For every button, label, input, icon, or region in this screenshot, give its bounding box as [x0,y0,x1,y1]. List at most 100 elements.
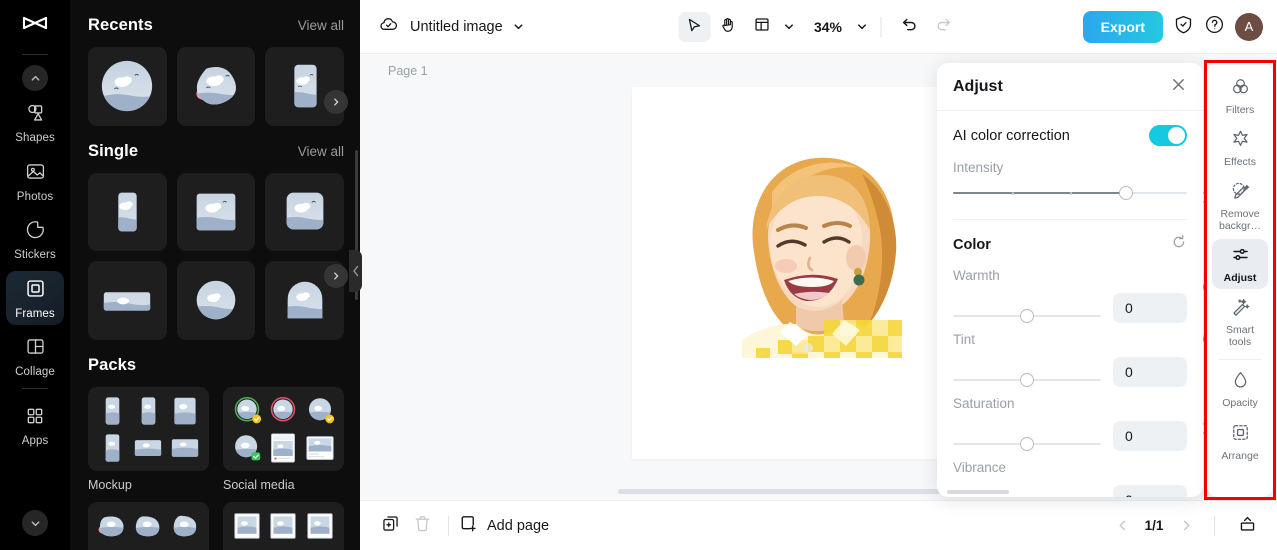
sidebar-item-stickers[interactable]: Stickers [6,212,64,267]
zoom-level-value[interactable]: 34% [811,19,845,35]
rail-scroll-up-button[interactable] [22,65,48,91]
tool-effects[interactable]: Effects [1212,123,1268,173]
page-nav-group: 1/1 [1110,511,1263,541]
hand-tool-button[interactable] [712,12,744,42]
recents-next-button[interactable] [324,90,348,114]
next-page-button[interactable] [1174,514,1198,538]
collapse-asset-panel-button[interactable] [349,250,362,292]
layout-chevron-down-icon[interactable] [782,20,795,33]
document-title[interactable]: Untitled image [410,19,503,35]
present-button[interactable] [1231,511,1263,541]
collage-icon [25,336,46,362]
zoom-chevron-down-icon[interactable] [855,20,868,33]
tool-filters[interactable]: Filters [1212,71,1268,121]
tint-slider[interactable] [953,372,1101,388]
left-icon-rail: Shapes Photos Stickers Frames Collage Ap… [0,0,70,550]
asset-scroll-container[interactable]: Recents View all Single View all Packs M… [70,0,360,550]
adjust-panel-scrollbar[interactable] [947,490,1009,494]
tint-value-field[interactable]: 0 [1113,357,1187,387]
tool-label: Remove backgr… [1218,208,1261,233]
pack-preview[interactable] [223,502,344,550]
slider-knob[interactable] [1020,373,1034,387]
close-adjust-panel-button[interactable] [1170,76,1187,98]
page-nav-divider [1214,515,1215,536]
tool-opacity[interactable]: Opacity [1212,364,1268,414]
section-header-single: Single View all [88,126,344,173]
sidebar-item-photos[interactable]: Photos [6,154,64,209]
slider-knob[interactable] [1020,437,1034,451]
rail-divider-mid [22,387,48,389]
frame-thumbnail[interactable] [88,261,167,340]
layout-tool-button[interactable] [746,12,778,42]
saturation-value-field[interactable]: 0 [1113,421,1187,451]
slider-tick [1070,191,1072,195]
pack-preview[interactable] [88,502,209,550]
sidebar-item-collage[interactable]: Collage [6,329,64,384]
tool-panel-divider [1219,359,1261,361]
packs-grid: Mockup Social media [88,387,344,492]
sidebar-item-frames[interactable]: Frames [6,270,64,325]
frame-thumbnail[interactable] [176,172,256,252]
question-circle-icon[interactable] [1204,14,1225,40]
rail-scroll-down-button[interactable] [22,510,48,536]
saturation-slider[interactable] [953,436,1101,452]
delete-page-button[interactable] [406,511,438,541]
view-all-link-single[interactable]: View all [298,144,344,159]
capcut-logo[interactable] [0,0,70,52]
ai-color-correction-row: AI color correction [953,125,1187,146]
export-button[interactable]: Export [1082,10,1163,43]
sticker-icon [25,219,46,245]
effects-star-icon [1231,129,1250,153]
bottom-toolbar: Add page 1/1 [360,500,1277,550]
warmth-value-field[interactable]: 0 [1113,293,1187,323]
duplicate-page-button[interactable] [374,511,406,541]
sidebar-item-shapes[interactable]: Shapes [6,95,64,150]
intensity-slider[interactable] [953,185,1187,201]
layout-icon [754,16,771,38]
vibrance-label: Vibrance [953,460,1007,475]
tool-adjust[interactable]: Adjust [1212,239,1268,290]
pack-item-mockup[interactable]: Mockup [88,387,209,492]
tool-remove-background[interactable]: Remove backgr… [1212,175,1268,237]
slider-fill [953,192,1127,194]
single-next-button[interactable] [324,264,348,288]
warmth-slider[interactable] [953,308,1101,324]
frame-thumbnail[interactable] [176,47,256,126]
rail-divider-top [22,54,48,55]
vibrance-value-field[interactable]: 0 [1113,485,1187,497]
frame-thumbnail[interactable] [265,47,344,126]
chevron-down-icon[interactable] [512,20,525,33]
sidebar-item-apps[interactable]: Apps [6,399,64,453]
intensity-label: Intensity [953,160,1004,175]
present-icon [1238,514,1257,538]
tool-arrange[interactable]: Arrange [1212,417,1268,467]
tool-smart-tools[interactable]: Smart tools [1212,291,1268,353]
frame-thumbnail[interactable] [88,172,167,252]
select-tool-button[interactable] [678,11,710,42]
color-section-header: Color [953,234,1187,255]
tool-label: Smart tools [1225,324,1254,349]
slider-knob[interactable] [1020,309,1034,323]
adjust-panel: Adjust AI color correction Intensity Col… [937,63,1203,497]
add-page-button[interactable]: Add page [459,514,549,537]
slider-knob[interactable] [1119,186,1134,200]
shield-icon[interactable] [1173,14,1194,40]
single-thumbnail-grid [88,172,344,341]
ai-color-correction-toggle[interactable] [1149,125,1187,146]
sidebar-item-label: Apps [21,434,49,447]
arrange-icon [1231,423,1250,447]
reset-icon[interactable] [1171,234,1187,255]
color-section-title: Color [953,236,991,253]
redo-button[interactable] [927,12,959,42]
frame-thumbnail[interactable] [176,261,256,341]
sidebar-item-label: Photos [16,190,54,203]
previous-page-button[interactable] [1110,514,1134,538]
frame-thumbnail[interactable] [88,47,167,126]
view-all-link-recents[interactable]: View all [298,18,344,33]
selected-image-object[interactable] [712,134,922,358]
undo-button[interactable] [893,12,925,42]
frame-thumbnail[interactable] [265,172,344,252]
pack-item-social-media[interactable]: Social media [223,387,344,492]
cloud-saved-icon[interactable] [378,14,399,40]
avatar[interactable]: A [1235,12,1263,41]
